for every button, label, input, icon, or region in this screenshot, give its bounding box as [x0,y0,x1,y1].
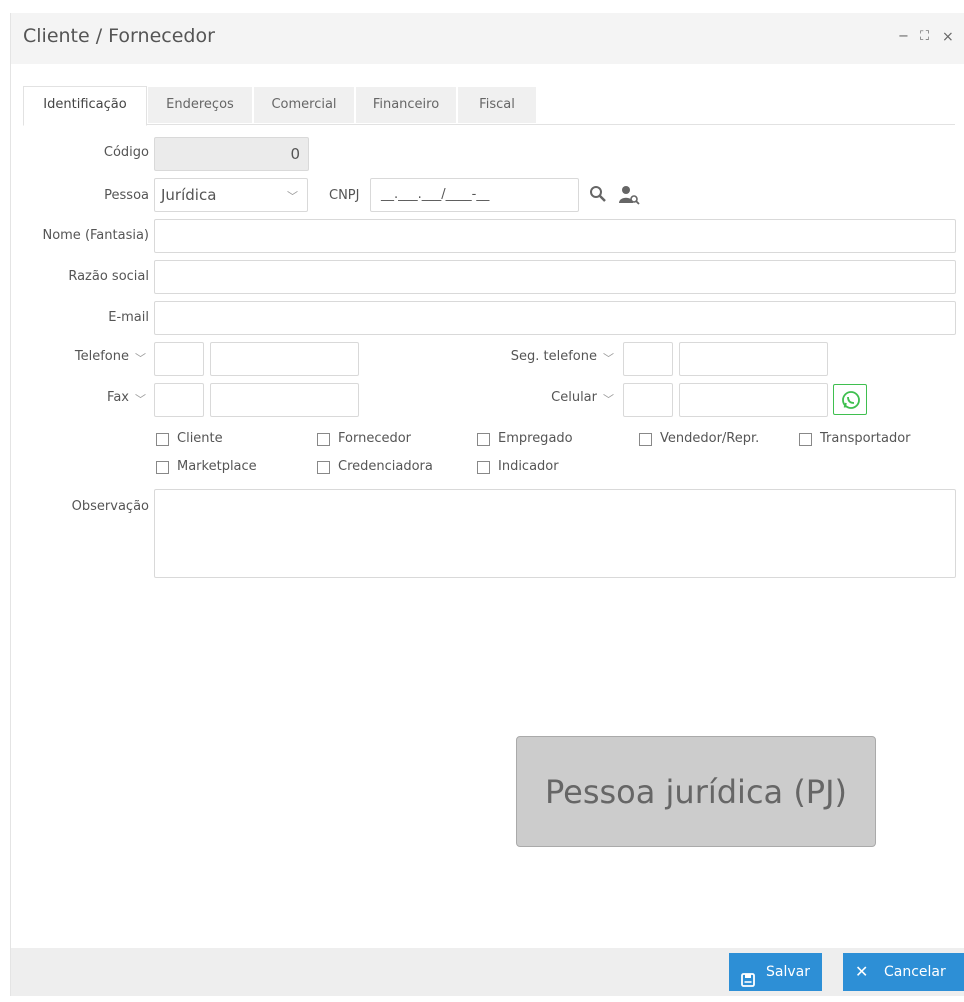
person-type-badge: Pessoa jurídica (PJ) [516,736,876,847]
close-icon[interactable]: × [942,29,954,45]
save-button[interactable]: Salvar [729,953,822,991]
chevron-down-icon[interactable]: ﹀ [603,350,614,366]
nome-input[interactable] [154,219,956,253]
transportador-checkbox[interactable] [799,433,812,446]
chevron-down-icon[interactable]: ﹀ [135,350,146,366]
transportador-label: Transportador [820,431,911,446]
cliente-label: Cliente [177,431,223,446]
celular-ddd-input[interactable] [623,383,673,417]
cancel-button[interactable]: ✕ Cancelar [843,953,964,991]
pessoa-select[interactable]: Jurídica ﹀ [154,178,308,212]
empregado-label: Empregado [498,431,573,446]
marketplace-checkbox[interactable] [156,461,169,474]
seg-telefone-ddd-input[interactable] [623,342,673,376]
fornecedor-checkbox[interactable] [317,433,330,446]
pessoa-value: Jurídica [161,186,217,204]
observacao-textarea[interactable] [154,489,956,578]
tab-identificacao[interactable]: Identificação [23,86,147,126]
credenciadora-label: Credenciadora [338,459,433,474]
codigo-label: Código [103,145,149,160]
pessoa-label: Pessoa [104,188,149,203]
razao-label: Razão social [68,269,149,284]
fax-ddd-input[interactable] [154,383,204,417]
tab-financeiro[interactable]: Financeiro [356,87,456,123]
chevron-down-icon[interactable]: ﹀ [135,391,146,407]
whatsapp-icon [841,390,861,414]
fax-number-input[interactable] [210,383,359,417]
tab-comercial[interactable]: Comercial [254,87,354,123]
chevron-down-icon[interactable]: ﹀ [603,391,614,407]
title-bar: Cliente / Fornecedor − ⛶ × [11,13,964,64]
tab-fiscal[interactable]: Fiscal [458,87,536,123]
codigo-value: 0 [290,145,300,163]
cnpj-input[interactable]: __.___.___/____-__ [370,178,579,212]
minimize-icon[interactable]: − [898,29,909,44]
indicador-label: Indicador [498,459,559,474]
close-icon: ✕ [855,962,869,981]
empregado-checkbox[interactable] [477,433,490,446]
cnpj-value: __.___.___/____-__ [381,187,490,202]
client-supplier-window: Cliente / Fornecedor − ⛶ × Identificação… [10,13,964,996]
telefone-ddd-input[interactable] [154,342,204,376]
maximize-icon[interactable]: ⛶ [920,29,929,44]
celular-label[interactable]: Celular [481,390,597,405]
vendedor-checkbox[interactable] [639,433,652,446]
save-icon [741,964,755,1002]
telefone-number-input[interactable] [210,342,359,376]
whatsapp-button[interactable] [833,384,867,415]
tab-bar: Identificação Endereços Comercial Financ… [23,74,955,126]
person-search-icon[interactable] [618,185,642,209]
credenciadora-checkbox[interactable] [317,461,330,474]
seg-telefone-label[interactable]: Seg. telefone [481,349,597,364]
search-icon[interactable] [589,185,607,207]
codigo-field: 0 [154,137,309,171]
seg-telefone-number-input[interactable] [679,342,828,376]
tab-enderecos[interactable]: Endereços [148,87,252,123]
fax-label[interactable]: Fax [11,390,129,405]
fornecedor-label: Fornecedor [338,431,412,446]
telefone-label[interactable]: Telefone [11,349,129,364]
cancel-label: Cancelar [884,964,946,980]
observacao-label: Observação [71,499,149,514]
marketplace-label: Marketplace [177,459,257,474]
save-label: Salvar [766,964,810,980]
cnpj-label: CNPJ [329,188,360,203]
cliente-checkbox[interactable] [156,433,169,446]
email-label: E-mail [108,310,149,325]
nome-label: Nome (Fantasia) [42,228,149,243]
chevron-down-icon: ﹀ [287,190,298,203]
celular-number-input[interactable] [679,383,828,417]
indicador-checkbox[interactable] [477,461,490,474]
window-title: Cliente / Fornecedor [23,25,215,47]
email-input[interactable] [154,301,956,335]
vendedor-label: Vendedor/Repr. [660,431,760,446]
razao-input[interactable] [154,260,956,294]
